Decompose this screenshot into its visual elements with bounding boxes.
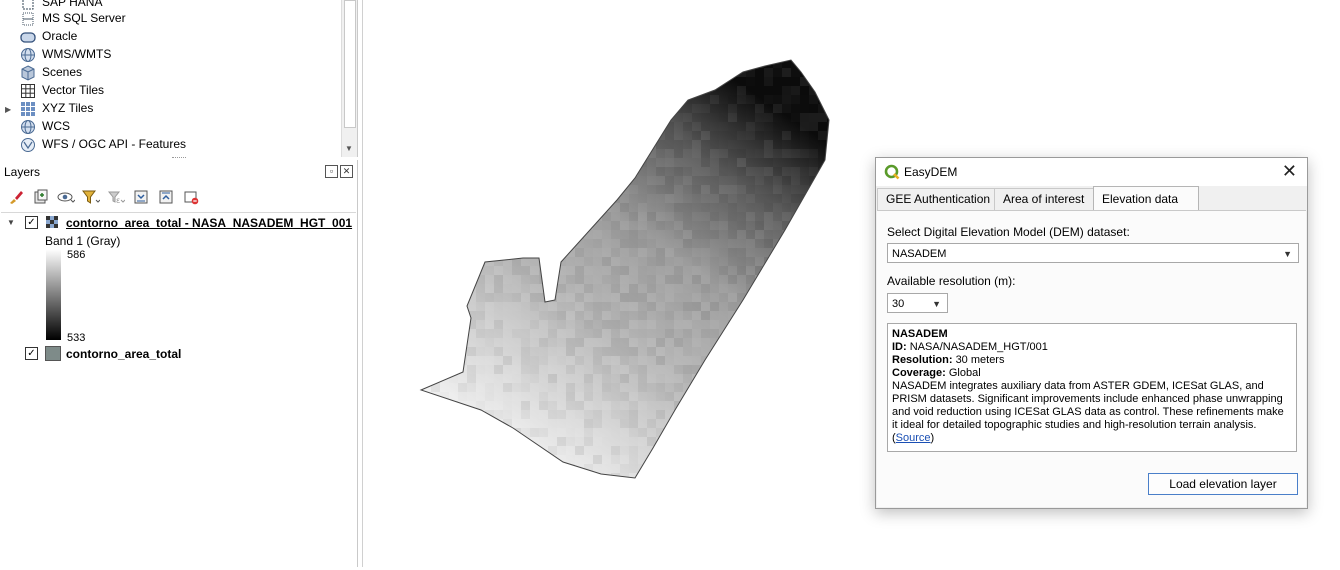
remove-layer-icon (184, 191, 198, 205)
qgis-logo-icon (884, 164, 900, 183)
dataset-select[interactable]: NASADEM ▼ (887, 243, 1299, 263)
layer-row-vector[interactable]: ✓ contorno_area_total (1, 344, 356, 362)
layer-visibility-checkbox[interactable]: ✓ (25, 216, 38, 229)
browser-item-label: XYZ Tiles (42, 101, 94, 115)
dataset-info-box: NASADEM ID: NASA/NASADEM_HGT/001 Resolut… (887, 323, 1297, 452)
paintbrush-icon (9, 191, 23, 204)
scroll-down-icon[interactable]: ▼ (345, 144, 353, 153)
layers-toolbar: ε (6, 186, 200, 208)
elevation-data-pane: Select Digital Elevation Model (DEM) dat… (877, 210, 1306, 507)
grid-icon (20, 83, 36, 99)
globe-icon (20, 119, 36, 135)
browser-scrollbar[interactable]: ▼ (341, 0, 357, 157)
load-elevation-layer-button[interactable]: Load elevation layer (1148, 473, 1298, 495)
mssql-icon (20, 11, 36, 27)
layers-panel-title: Layers (4, 165, 41, 179)
tab-area-of-interest[interactable]: Area of interest (994, 188, 1102, 210)
legend-min-value: 533 (67, 332, 86, 344)
dataset-label: Select Digital Elevation Model (DEM) dat… (887, 225, 1130, 239)
browser-item-oracle[interactable]: Oracle (0, 28, 340, 46)
info-dataset-name: NASADEM (892, 328, 948, 340)
legend-max-value: 586 (67, 249, 86, 261)
eye-icon (57, 192, 75, 203)
chevron-down-icon: ▼ (1283, 249, 1292, 259)
tab-elevation-data[interactable]: Elevation data (1093, 186, 1199, 210)
browser-item-wcs[interactable]: WCS (0, 118, 340, 136)
filter-icon (81, 190, 100, 204)
tab-gee-authentication[interactable]: GEE Authentication (877, 188, 996, 210)
browser-item-label: Scenes (42, 65, 83, 79)
resolution-select[interactable]: 30 ▼ (887, 293, 948, 313)
add-group-icon (34, 189, 47, 204)
layers-panel: Layers ▫ ✕ ε ▼ ✓ contorno_area_total - N… (0, 160, 358, 567)
float-panel-button[interactable]: ▫ (325, 165, 338, 178)
browser-item-label: Oracle (42, 29, 78, 43)
browser-item-label: WMS/WMTS (42, 47, 112, 61)
browser-item-label: SAP HANA (42, 0, 103, 9)
collapse-all-button[interactable] (156, 188, 175, 207)
close-panel-button[interactable]: ✕ (340, 165, 353, 178)
info-coverage-value: Global (948, 367, 981, 379)
expand-all-icon (134, 190, 147, 204)
info-coverage-label: Coverage: (892, 367, 946, 379)
browser-item-label: WCS (42, 119, 70, 133)
info-description: NASADEM integrates auxiliary data from A… (892, 380, 1284, 431)
polygon-symbol-icon (45, 346, 61, 361)
chevron-down-icon: ▼ (932, 299, 941, 309)
manage-visibility-button[interactable] (56, 188, 75, 207)
resolution-label: Available resolution (m): (887, 274, 1016, 288)
expand-arrow-icon[interactable]: ▶ (5, 105, 11, 114)
browser-item-label: WFS / OGC API - Features (42, 137, 187, 151)
cube-icon (20, 65, 36, 81)
browser-panel: SAP HANA MS SQL Server Oracle WMS/WMTS S… (0, 0, 358, 157)
browser-item-wfs[interactable]: WFS / OGC API - Features (0, 136, 340, 154)
info-resolution-value: 30 meters (955, 354, 1005, 366)
oracle-icon (20, 29, 36, 45)
dataset-select-value: NASADEM (892, 248, 947, 260)
filter-legend-button[interactable] (81, 188, 100, 207)
band-label: Band 1 (Gray) (45, 234, 121, 248)
wfs-icon (20, 137, 36, 153)
filter-expression-button[interactable]: ε (106, 188, 125, 207)
close-icon[interactable]: ✕ (1282, 161, 1297, 182)
info-resolution-label: Resolution: (892, 354, 953, 366)
info-id-value: NASA/NASADEM_HGT/001 (909, 341, 1048, 353)
info-id-label: ID: (892, 341, 907, 353)
tiles-icon (20, 101, 36, 117)
browser-item-xyz-tiles[interactable]: ▶ XYZ Tiles (0, 100, 340, 118)
svg-text:ε: ε (116, 196, 120, 205)
band-legend-row: Band 1 (Gray) (1, 232, 356, 250)
raster-layer-icon (46, 216, 60, 233)
vector-layer-name: contorno_area_total (66, 347, 182, 361)
layers-tree: ▼ ✓ contorno_area_total - NASA_NASADEM_H… (1, 212, 356, 567)
browser-item-wms[interactable]: WMS/WMTS (0, 46, 340, 64)
layer-row-raster[interactable]: ▼ ✓ contorno_area_total - NASA_NASADEM_H… (1, 214, 356, 232)
layers-panel-header: Layers ▫ ✕ (0, 160, 357, 182)
grayscale-legend-bar (46, 249, 61, 340)
browser-item-label: Vector Tiles (42, 83, 105, 97)
dialog-title: EasyDEM (904, 165, 958, 179)
easydem-dialog: EasyDEM ✕ GEE Authentication Area of int… (875, 157, 1308, 509)
remove-layer-button[interactable] (181, 188, 200, 207)
globe-icon (20, 47, 36, 63)
browser-item-mssql[interactable]: MS SQL Server (0, 10, 340, 28)
raster-layer-name: contorno_area_total - NASA_NASADEM_HGT_0… (66, 216, 353, 230)
scrollbar-thumb[interactable] (344, 0, 356, 128)
source-link[interactable]: Source (896, 432, 931, 444)
collapse-all-icon (159, 190, 172, 204)
resolution-select-value: 30 (892, 298, 905, 310)
browser-item-label: MS SQL Server (42, 11, 126, 25)
collapse-arrow-icon[interactable]: ▼ (7, 218, 15, 227)
browser-item-scenes[interactable]: Scenes (0, 64, 340, 82)
dialog-titlebar: EasyDEM ✕ (876, 158, 1307, 186)
browser-item-vector-tiles[interactable]: Vector Tiles (0, 82, 340, 100)
layer-visibility-checkbox[interactable]: ✓ (25, 347, 38, 360)
add-group-button[interactable] (31, 188, 50, 207)
expression-filter-icon: ε (107, 191, 125, 205)
style-manager-button[interactable] (6, 188, 25, 207)
expand-all-button[interactable] (131, 188, 150, 207)
